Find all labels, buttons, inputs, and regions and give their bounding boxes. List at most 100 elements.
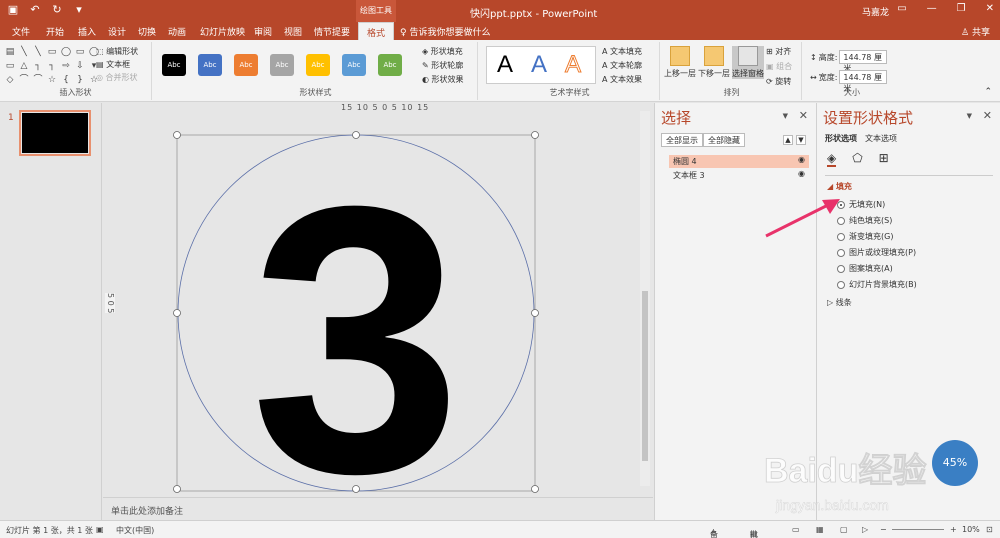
brace-shape-icon[interactable]: { xyxy=(60,74,72,86)
triangle-shape-icon[interactable]: △ xyxy=(18,60,30,72)
close-icon[interactable]: ✕ xyxy=(799,109,808,122)
resize-handle[interactable] xyxy=(173,485,181,493)
style-swatch[interactable]: Abc xyxy=(198,54,222,76)
tab-file[interactable]: 文件 xyxy=(12,25,30,38)
fit-to-window-icon[interactable]: ⊡ xyxy=(986,525,993,534)
list-item[interactable]: 椭圆 4 ◉ xyxy=(669,155,809,168)
close-icon[interactable]: ✕ xyxy=(983,109,992,122)
save-icon[interactable]: ▣ xyxy=(6,3,20,16)
tab-shape-options[interactable]: 形状选项 xyxy=(825,133,857,144)
normal-view-icon[interactable]: ▭ xyxy=(792,525,800,534)
width-input[interactable]: 144.78 厘米 xyxy=(839,70,888,93)
notes-area[interactable]: 单击此处添加备注 xyxy=(103,497,653,520)
list-item[interactable]: 文本框 3 ◉ xyxy=(669,169,809,182)
move-up-icon[interactable]: ▲ xyxy=(783,135,793,145)
eye-icon[interactable]: ◉ xyxy=(798,155,805,164)
bring-forward-button[interactable]: 上移一层 xyxy=(664,46,696,79)
radio-button[interactable] xyxy=(837,264,845,273)
shape-effects-button[interactable]: ◐ 形状效果 xyxy=(422,74,464,85)
merge-shapes-button[interactable]: ◎ 合并形状 xyxy=(96,72,138,83)
resize-handle[interactable] xyxy=(531,485,539,493)
fill-line-icon[interactable]: ◈ xyxy=(827,151,837,167)
slide-thumbnail[interactable] xyxy=(19,110,91,156)
fill-option-picture[interactable]: 图片或纹理填充(P) xyxy=(837,247,916,258)
slide-sorter-icon[interactable]: ▦ xyxy=(816,525,824,534)
wordart-gallery[interactable]: A A A xyxy=(486,46,596,84)
line-section-header[interactable]: ▷ 线条 xyxy=(827,297,852,308)
redo-icon[interactable]: ↻ xyxy=(50,3,64,16)
collapse-ribbon-icon[interactable]: ⌃ xyxy=(984,87,992,97)
share-button[interactable]: ♙ 共享 xyxy=(961,25,990,38)
ribbon-display-icon[interactable]: ▭ xyxy=(897,3,906,14)
fill-option-pattern[interactable]: 图案填充(A) xyxy=(837,263,893,274)
style-swatch[interactable]: Abc xyxy=(162,54,186,76)
vertical-scrollbar[interactable] xyxy=(640,111,650,486)
resize-handle[interactable] xyxy=(352,131,360,139)
tab-storyboarding[interactable]: 情节提要 xyxy=(314,25,350,38)
minimize-icon[interactable]: — xyxy=(927,3,937,14)
rectangle-shape-icon[interactable]: ▭ xyxy=(46,46,58,58)
tab-text-options[interactable]: 文本选项 xyxy=(865,133,897,144)
language-indicator[interactable]: 中文(中国) xyxy=(116,525,154,536)
freeform-shape-icon[interactable]: ◇ xyxy=(4,74,16,86)
rotate-button[interactable]: ⟳ 旋转 xyxy=(766,76,792,87)
pane-options-icon[interactable]: ▼ xyxy=(783,112,788,120)
tab-transitions[interactable]: 切换 xyxy=(138,25,156,38)
slide-canvas[interactable]: 3 xyxy=(173,131,539,493)
close-icon[interactable]: ✕ xyxy=(986,3,994,14)
fill-option-slide-background[interactable]: 幻灯片背景填充(B) xyxy=(837,279,917,290)
text-effects-button[interactable]: A 文本效果 xyxy=(602,74,642,85)
line-shape-icon[interactable]: ╲ xyxy=(18,46,30,58)
spellcheck-icon[interactable]: ▣ xyxy=(96,525,104,534)
slideshow-icon[interactable]: ▷ xyxy=(862,525,868,534)
text-fill-button[interactable]: A 文本填充 xyxy=(602,46,642,57)
wordart-style-orange[interactable]: A xyxy=(564,51,581,79)
tab-view[interactable]: 视图 xyxy=(284,25,302,38)
brace-shape-icon[interactable]: } xyxy=(74,74,86,86)
customize-icon[interactable]: ▾ xyxy=(72,3,86,16)
zoom-in-icon[interactable]: + xyxy=(950,525,957,534)
resize-handle[interactable] xyxy=(352,485,360,493)
tab-animations[interactable]: 动画 xyxy=(168,25,186,38)
connector-shape-icon[interactable]: ┐ xyxy=(46,60,58,72)
tab-format[interactable]: 格式 xyxy=(358,22,395,40)
tell-me-box[interactable]: ♀ 告诉我你想要做什么 xyxy=(400,25,490,38)
oval-shape-icon[interactable]: ◯ xyxy=(60,46,72,58)
tab-slideshow[interactable]: 幻灯片放映 xyxy=(200,25,245,38)
tab-review[interactable]: 审阅 xyxy=(254,25,272,38)
resize-handle[interactable] xyxy=(531,131,539,139)
user-name[interactable]: 马嘉龙 xyxy=(862,5,889,18)
resize-handle[interactable] xyxy=(173,309,181,317)
hide-all-button[interactable]: 全部隐藏 xyxy=(703,133,745,147)
undo-icon[interactable]: ↶ xyxy=(28,3,42,16)
curve-shape-icon[interactable]: ⌒ xyxy=(32,74,44,86)
eye-icon[interactable]: ◉ xyxy=(798,169,805,178)
selection-pane-button[interactable]: 选择窗格 xyxy=(732,46,764,79)
shapes-gallery[interactable]: ▤ ╲ ╲ ▭ ◯ ▭ ◯ ▭ △ ┐ ┐ ⇨ ⇩ ▾ ◇ ⌒ ⌒ ☆ { } … xyxy=(4,46,99,86)
move-down-icon[interactable]: ▼ xyxy=(796,135,806,145)
pane-options-icon[interactable]: ▼ xyxy=(967,112,972,120)
tab-insert[interactable]: 插入 xyxy=(78,25,96,38)
connector-shape-icon[interactable]: ┐ xyxy=(32,60,44,72)
wordart-style-blue[interactable]: A xyxy=(531,51,547,79)
group-button[interactable]: ▣ 组合 xyxy=(766,61,792,72)
send-backward-button[interactable]: 下移一层 xyxy=(698,46,730,79)
align-button[interactable]: ⊞ 对齐 xyxy=(766,46,792,57)
tab-home[interactable]: 开始 xyxy=(46,25,64,38)
zoom-level[interactable]: 10% xyxy=(962,525,980,534)
tab-design[interactable]: 设计 xyxy=(108,25,126,38)
textbox-button[interactable]: ▤ 文本框 xyxy=(96,59,138,70)
show-all-button[interactable]: 全部显示 xyxy=(661,133,703,147)
reading-view-icon[interactable]: ▢ xyxy=(840,525,848,534)
style-swatch[interactable]: Abc xyxy=(234,54,258,76)
restore-icon[interactable]: ❐ xyxy=(957,3,966,14)
resize-handle[interactable] xyxy=(173,131,181,139)
arrow-shape-icon[interactable]: ⇨ xyxy=(60,60,72,72)
text-outline-button[interactable]: A 文本轮廓 xyxy=(602,60,642,71)
rectangle-shape-icon[interactable]: ▭ xyxy=(74,46,86,58)
radio-button[interactable] xyxy=(837,280,845,289)
scrollbar-thumb[interactable] xyxy=(642,291,648,461)
wordart-style-black[interactable]: A xyxy=(497,51,513,79)
style-swatch[interactable]: Abc xyxy=(306,54,330,76)
star-shape-icon[interactable]: ☆ xyxy=(46,74,58,86)
